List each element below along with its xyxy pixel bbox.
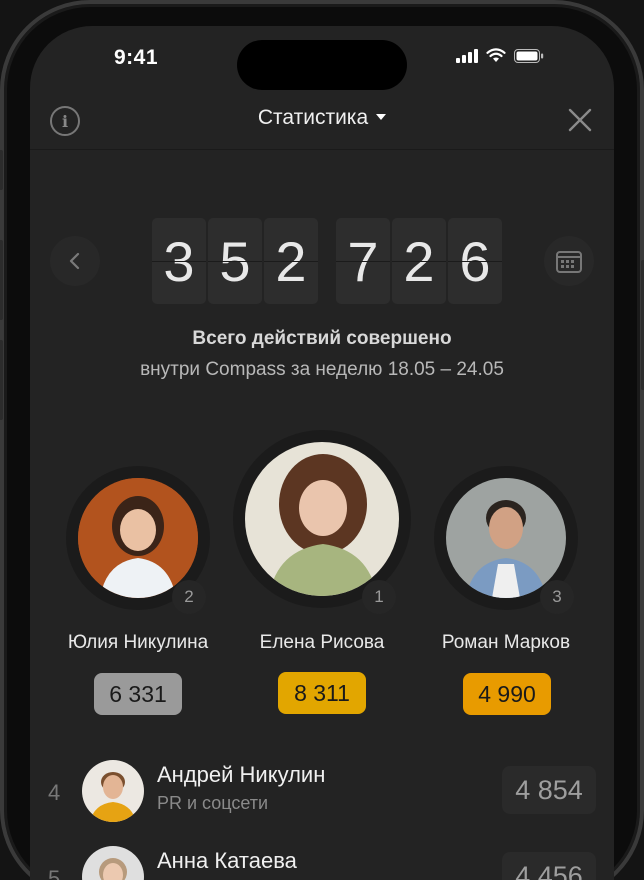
previous-week-button[interactable]: [50, 236, 100, 286]
podium-score: 8 311: [278, 672, 366, 714]
title-dropdown[interactable]: Статистика: [30, 106, 614, 130]
status-icons: [456, 48, 544, 63]
side-button: [0, 150, 3, 190]
list-rank: 4: [48, 780, 61, 805]
counter-row: 3 5 2 7 2 6: [30, 218, 614, 304]
status-bar: 9:41: [30, 26, 614, 90]
list-item[interactable]: 5 Анна Катаева 4 456: [30, 846, 614, 880]
list-department: PR и соцсети: [157, 793, 269, 813]
list-score: 4 854: [502, 766, 596, 814]
chevron-left-icon: [69, 252, 80, 270]
counter-digit: 3: [152, 218, 206, 304]
page-title: Статистика: [257, 106, 369, 129]
counter-caption-period: внутри Compass за неделю 18.05 – 24.05: [140, 359, 504, 380]
avatar: [446, 478, 566, 598]
header: i Статистика: [30, 90, 614, 150]
rank-badge: 3: [540, 580, 574, 614]
list-name: Анна Катаева: [157, 848, 297, 873]
app-screen: 9:41 i Статистика 3 5 2 7 2 6 Всего дейс…: [30, 26, 614, 880]
list-name: Андрей Никулин: [157, 762, 326, 787]
battery-icon: [514, 48, 544, 63]
podium-name: Елена Рисова: [259, 632, 385, 653]
list-item[interactable]: 4 Андрей Никулин PR и соцсети 4 854: [30, 760, 614, 830]
counter-digit: 7: [336, 218, 390, 304]
avatar: [82, 846, 144, 880]
chevron-down-icon: [376, 113, 387, 120]
volume-up-button: [0, 240, 3, 320]
podium-avatar-1[interactable]: 1: [233, 430, 411, 614]
rank-badge: 1: [362, 580, 396, 614]
podium-avatar-2[interactable]: 2: [66, 466, 210, 614]
podium-avatar-3[interactable]: 3: [434, 466, 578, 614]
list-rank: 5: [48, 866, 61, 880]
rank-badge: 2: [172, 580, 206, 614]
status-time: 9:41: [114, 46, 159, 69]
calendar-icon: [556, 251, 582, 273]
counter-digit: 6: [448, 218, 502, 304]
counter-caption-title: Всего действий совершено: [192, 328, 452, 349]
wifi-icon: [486, 48, 506, 63]
counter-digit: 2: [264, 218, 318, 304]
close-icon[interactable]: [566, 106, 594, 134]
podium-name: Роман Марков: [441, 632, 571, 653]
counter-digit: 2: [392, 218, 446, 304]
calendar-button[interactable]: [544, 236, 594, 286]
list-score: 4 456: [502, 852, 596, 880]
avatar: [82, 760, 144, 822]
counter-digit: 5: [208, 218, 262, 304]
action-counter: 3 5 2 7 2 6: [152, 218, 502, 304]
podium-name: Юлия Никулина: [67, 632, 209, 653]
podium-score: 4 990: [463, 673, 551, 715]
volume-down-button: [0, 340, 3, 420]
podium-score: 6 331: [94, 673, 182, 715]
avatar: [78, 478, 198, 598]
dynamic-island: [237, 40, 407, 90]
cellular-signal-icon: [456, 48, 478, 63]
avatar: [245, 442, 399, 596]
